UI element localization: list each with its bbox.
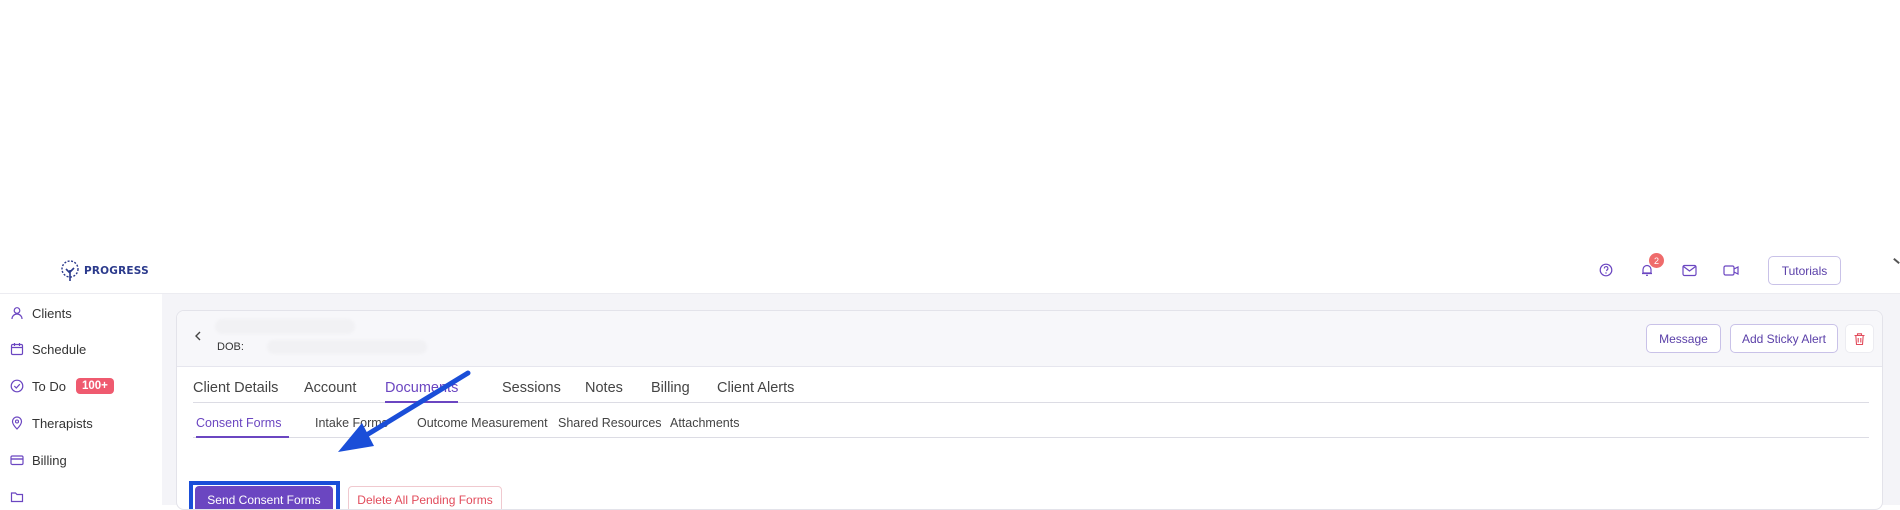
sidebar-item-label: To Do	[32, 378, 66, 394]
notification-badge: 2	[1649, 253, 1664, 268]
sidebar-item-therapists[interactable]: Therapists	[10, 413, 93, 433]
bell-icon[interactable]: 2	[1636, 253, 1664, 281]
client-tabs: Client Details Account Documents Session…	[193, 376, 1869, 403]
message-button[interactable]: Message	[1646, 324, 1721, 353]
delete-pending-forms-button[interactable]: Delete All Pending Forms	[348, 486, 502, 509]
sidebar-item-more[interactable]	[10, 487, 24, 507]
sidebar-item-label: Schedule	[32, 341, 87, 357]
credit-card-icon	[10, 455, 24, 466]
sidebar-item-billing[interactable]: Billing	[10, 450, 67, 470]
sidebar-item-todo[interactable]: To Do 100+	[10, 376, 114, 396]
sidebar-item-label: Clients	[32, 305, 72, 321]
sidebar-item-label: Billing	[32, 452, 67, 468]
subtab-intake-forms[interactable]: Intake Forms	[315, 416, 388, 438]
logo[interactable]: PROGRESS	[58, 258, 149, 284]
main-content: DOB: Message Add Sticky Alert Client Det…	[162, 294, 1900, 510]
todo-count-badge: 100+	[75, 378, 114, 394]
dob-label: DOB:	[217, 341, 244, 353]
subtab-consent-forms[interactable]: Consent Forms	[196, 416, 289, 438]
tab-billing[interactable]: Billing	[651, 380, 690, 403]
add-sticky-alert-button[interactable]: Add Sticky Alert	[1730, 324, 1838, 353]
document-subtabs: Consent Forms Intake Forms Outcome Measu…	[193, 413, 1869, 438]
logo-tree-icon	[61, 260, 79, 281]
calendar-icon	[10, 343, 24, 356]
chevron-left-icon[interactable]	[191, 329, 205, 343]
tutorials-button[interactable]: Tutorials	[1768, 256, 1841, 285]
location-pin-icon	[11, 416, 23, 430]
trash-icon	[1854, 332, 1865, 345]
client-name-redacted	[215, 319, 355, 334]
dob-value-redacted	[267, 340, 427, 354]
tab-account[interactable]: Account	[304, 380, 356, 403]
edge-mark	[1893, 257, 1900, 265]
top-bar: PROGRESS 2 Tutorials	[0, 249, 1900, 294]
client-card: DOB: Message Add Sticky Alert Client Det…	[176, 310, 1883, 510]
tab-client-alerts[interactable]: Client Alerts	[717, 380, 794, 403]
tab-sessions[interactable]: Sessions	[502, 380, 561, 403]
tab-documents[interactable]: Documents	[385, 380, 459, 403]
sidebar: Clients Schedule To Do 100+ Therapists B…	[0, 294, 162, 505]
tab-notes[interactable]: Notes	[585, 380, 623, 403]
help-icon[interactable]	[1595, 259, 1617, 281]
folder-icon	[10, 492, 24, 503]
mail-icon[interactable]	[1678, 259, 1700, 281]
subtab-attachments[interactable]: Attachments	[670, 416, 739, 438]
logo-text: PROGRESS	[84, 265, 149, 277]
highlight-box	[189, 481, 340, 509]
check-circle-icon	[10, 379, 24, 393]
video-icon[interactable]	[1720, 259, 1742, 281]
user-icon	[11, 307, 23, 320]
subtab-outcome-measurement[interactable]: Outcome Measurement	[417, 416, 548, 438]
sidebar-item-schedule[interactable]: Schedule	[10, 339, 86, 359]
delete-client-button[interactable]	[1845, 324, 1874, 353]
sidebar-item-clients[interactable]: Clients	[10, 303, 72, 323]
subtab-shared-resources[interactable]: Shared Resources	[558, 416, 662, 438]
sidebar-item-label: Therapists	[32, 415, 93, 431]
tab-client-details[interactable]: Client Details	[193, 380, 278, 403]
client-header: DOB: Message Add Sticky Alert	[177, 311, 1882, 367]
